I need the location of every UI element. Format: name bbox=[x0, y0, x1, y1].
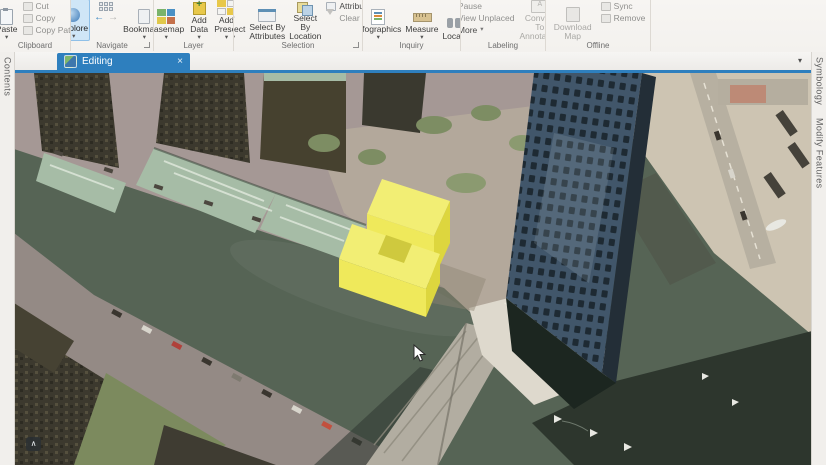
right-pane-strip: Symbology Modify Features bbox=[811, 52, 826, 465]
navigate-group-label: Navigate bbox=[71, 41, 153, 51]
infographics-button[interactable]: Infographics ▾ bbox=[363, 0, 402, 41]
paste-icon bbox=[0, 9, 16, 24]
paste-button[interactable]: Paste ▾ bbox=[0, 0, 19, 41]
select-button[interactable]: Select ▾ bbox=[234, 0, 246, 41]
left-pane-strip: Contents bbox=[0, 52, 15, 465]
locate-icon bbox=[446, 16, 461, 31]
tab-overflow-arrow[interactable]: ▾ bbox=[798, 56, 802, 65]
convert-to-annotation-button[interactable]: A Convert To Annotation bbox=[518, 0, 546, 41]
pause-labeling-button[interactable]: Pause bbox=[461, 0, 514, 12]
dropdown-arrow-icon: ▾ bbox=[480, 24, 483, 36]
ribbon-group-layer: Basemap ▾ + Add Data ▾ Add Preset ▾ Laye… bbox=[154, 0, 234, 51]
remove-icon bbox=[601, 14, 611, 23]
dropdown-arrow-icon: ▾ bbox=[72, 34, 75, 40]
clear-icon bbox=[326, 14, 336, 23]
ribbon-group-clipboard: Paste ▾ Cut Copy Copy Path Clipboard bbox=[0, 0, 71, 51]
inquiry-group-label: Inquiry bbox=[363, 41, 460, 51]
ribbon-group-navigate: Explore ▾ ← → Bookmarks ▾ Navigate bbox=[71, 0, 154, 51]
download-map-button[interactable]: Download Map bbox=[551, 0, 595, 41]
locate-button[interactable]: Locate bbox=[441, 0, 461, 41]
measure-button[interactable]: Measure ▾ bbox=[404, 0, 439, 41]
basemap-icon bbox=[157, 9, 175, 24]
labeling-group-label: Labeling bbox=[461, 41, 545, 51]
next-extent-button[interactable]: → bbox=[108, 13, 118, 23]
sync-icon bbox=[601, 2, 611, 11]
ribbon-group-offline: Download Map Sync Remove Offline bbox=[546, 0, 651, 51]
cut-button[interactable]: Cut bbox=[23, 0, 71, 12]
ribbon-group-inquiry: Infographics ▾ Measure ▾ Locate Inquiry bbox=[363, 0, 461, 51]
infographics-icon bbox=[369, 9, 387, 24]
add-data-button[interactable]: + Add Data ▾ bbox=[189, 0, 209, 41]
measure-icon bbox=[413, 9, 431, 24]
map-view[interactable] bbox=[14, 73, 812, 465]
add-preset-icon bbox=[217, 0, 234, 15]
layer-group-label: Layer bbox=[154, 41, 233, 51]
cut-icon bbox=[23, 2, 33, 11]
select-icon bbox=[234, 9, 243, 24]
copy-button[interactable]: Copy bbox=[23, 12, 71, 24]
pane-tab-modify-features[interactable]: Modify Features bbox=[813, 113, 826, 197]
select-by-attributes-button[interactable]: Select By Attributes bbox=[248, 0, 286, 41]
tab-close-icon[interactable]: × bbox=[177, 57, 183, 67]
copy-path-icon bbox=[23, 26, 33, 35]
select-by-location-icon bbox=[296, 0, 314, 13]
bookmarks-icon bbox=[135, 9, 153, 24]
tab-editing-label: Editing bbox=[82, 56, 113, 67]
copy-icon bbox=[23, 14, 33, 23]
convert-to-annotation-icon: A bbox=[531, 0, 546, 13]
select-by-location-button[interactable]: Select By Location bbox=[288, 0, 322, 41]
pane-tab-contents[interactable]: Contents bbox=[1, 52, 14, 104]
select-by-attributes-icon bbox=[258, 7, 276, 22]
selection-group-label: Selection bbox=[234, 41, 362, 51]
previous-extent-button[interactable]: ← bbox=[94, 13, 104, 23]
chevron-up-icon: ∧ bbox=[31, 439, 37, 448]
copy-path-button[interactable]: Copy Path bbox=[23, 24, 71, 36]
fixed-zoom-buttons[interactable] bbox=[99, 2, 113, 11]
explore-icon bbox=[71, 8, 83, 23]
tab-editing[interactable]: Editing × bbox=[57, 53, 190, 70]
navigator-expand-button[interactable]: ∧ bbox=[26, 437, 41, 451]
ribbon-group-selection: Select ▾ Select By Attributes Select By … bbox=[234, 0, 363, 51]
clear-button[interactable]: Clear bbox=[326, 12, 363, 24]
more-labeling-button[interactable]: More ▾ bbox=[461, 24, 514, 36]
ribbon-group-labeling: Pause View Unplaced More ▾ A Convert To … bbox=[461, 0, 546, 51]
add-preset-button[interactable]: Add Preset ▾ bbox=[213, 0, 234, 41]
explore-button[interactable]: Explore ▾ bbox=[71, 0, 90, 41]
paste-label: Paste bbox=[0, 25, 18, 34]
offline-group-label: Offline bbox=[546, 41, 650, 51]
scene-icon bbox=[64, 55, 77, 68]
view-tab-bar: Editing × ▾ bbox=[14, 52, 812, 70]
view-unplaced-button[interactable]: View Unplaced bbox=[461, 12, 514, 24]
basemap-button[interactable]: Basemap ▾ bbox=[154, 0, 185, 41]
sync-button[interactable]: Sync bbox=[601, 0, 646, 12]
bookmarks-button[interactable]: Bookmarks ▾ bbox=[122, 0, 154, 41]
download-map-icon bbox=[564, 7, 582, 22]
pane-tab-symbology[interactable]: Symbology bbox=[813, 52, 826, 113]
clipboard-group-label: Clipboard bbox=[0, 41, 70, 51]
ribbon: Paste ▾ Cut Copy Copy Path Clipboard bbox=[0, 0, 826, 53]
remove-button[interactable]: Remove bbox=[601, 12, 646, 24]
add-data-icon: + bbox=[190, 0, 208, 15]
